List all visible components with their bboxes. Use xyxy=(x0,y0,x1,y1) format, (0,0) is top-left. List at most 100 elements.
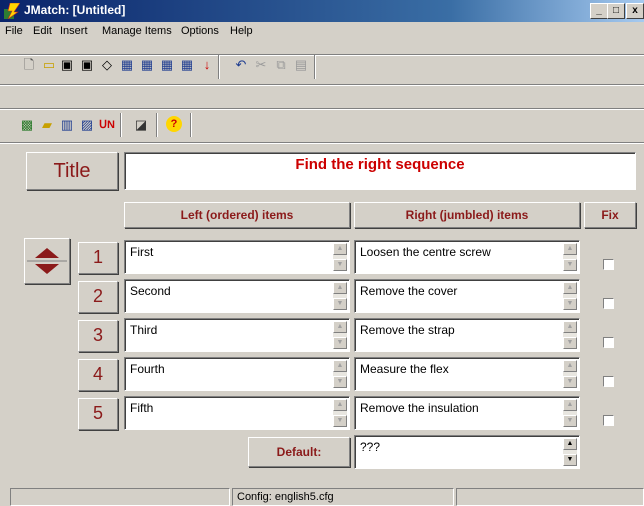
scrollbar[interactable]: ▲ ▼ xyxy=(333,399,347,427)
right-item-4[interactable]: Measure the flex ▲ ▼ xyxy=(354,357,580,391)
scroll-down-icon[interactable]: ▼ xyxy=(333,298,347,310)
maximize-button[interactable]: □ xyxy=(607,3,625,19)
scroll-up-icon[interactable]: ▲ xyxy=(333,360,347,372)
menu-options[interactable]: Options xyxy=(181,25,219,37)
toolbar-divider xyxy=(0,108,644,110)
object-insert-icon[interactable]: ▨ xyxy=(78,116,96,134)
menu-edit[interactable]: Edit xyxy=(33,25,52,37)
scroll-down-icon[interactable]: ▼ xyxy=(563,259,577,271)
row-number-5[interactable]: 5 xyxy=(78,398,118,430)
scrollbar[interactable]: ▲ ▼ xyxy=(333,282,347,310)
scroll-up-icon[interactable]: ▲ xyxy=(333,282,347,294)
menu-insert[interactable]: Insert xyxy=(60,25,88,37)
scroll-down-icon[interactable]: ▼ xyxy=(333,415,347,427)
scroll-down-icon[interactable]: ▼ xyxy=(333,259,347,271)
window-title: JMatch: [Untitled] xyxy=(24,3,126,17)
row-number-4[interactable]: 4 xyxy=(78,359,118,391)
copy-icon[interactable]: ⧉ xyxy=(272,56,290,74)
drag-drop-page-icon[interactable]: ▦ xyxy=(158,56,176,74)
row-number-2[interactable]: 2 xyxy=(78,281,118,313)
scrollbar[interactable]: ▲ ▼ xyxy=(563,438,577,466)
fix-checkbox-5[interactable] xyxy=(603,415,614,426)
paste-icon[interactable]: ▤ xyxy=(292,56,310,74)
upload-arrow-icon[interactable]: ↓ xyxy=(198,56,216,74)
fix-checkbox-3[interactable] xyxy=(603,337,614,348)
scroll-down-icon[interactable]: ▼ xyxy=(563,376,577,388)
left-item-1[interactable]: First ▲ ▼ xyxy=(124,240,350,274)
left-item-5[interactable]: Fifth ▲ ▼ xyxy=(124,396,350,430)
config-icon[interactable]: ◪ xyxy=(132,116,150,134)
move-item-buttons[interactable] xyxy=(24,238,70,284)
right-item-text: Remove the cover xyxy=(360,284,458,298)
scrollbar[interactable]: ▲ ▼ xyxy=(563,399,577,427)
undo-icon[interactable]: ↶ xyxy=(232,56,250,74)
title-field[interactable]: Find the right sequence xyxy=(124,152,636,190)
scrollbar[interactable]: ▲ ▼ xyxy=(563,321,577,349)
scrollbar[interactable]: ▲ ▼ xyxy=(333,360,347,388)
save-icon[interactable]: ▣ xyxy=(58,56,76,74)
toolbar-separator xyxy=(120,113,122,137)
right-item-5[interactable]: Remove the insulation ▲ ▼ xyxy=(354,396,580,430)
scroll-down-icon[interactable]: ▼ xyxy=(333,337,347,349)
cut-icon[interactable]: ✂ xyxy=(252,56,270,74)
flashcard-page-icon[interactable]: ▦ xyxy=(178,56,196,74)
scroll-up-icon[interactable]: ▲ xyxy=(333,321,347,333)
scroll-up-icon[interactable]: ▲ xyxy=(563,399,577,411)
left-item-3[interactable]: Third ▲ ▼ xyxy=(124,318,350,352)
menu-file[interactable]: File xyxy=(5,25,23,37)
scroll-up-icon[interactable]: ▲ xyxy=(563,243,577,255)
scroll-down-icon[interactable]: ▼ xyxy=(563,415,577,427)
table-insert-icon[interactable]: ▥ xyxy=(58,116,76,134)
menu-bar: File Edit Insert Manage Items Options He… xyxy=(0,22,644,40)
minimize-button[interactable]: _ xyxy=(590,3,608,19)
fix-checkbox-2[interactable] xyxy=(603,298,614,309)
scrollbar[interactable]: ▲ ▼ xyxy=(563,282,577,310)
left-item-text: Fourth xyxy=(130,362,165,376)
image-insert-icon[interactable]: ▩ xyxy=(18,116,36,134)
right-item-3[interactable]: Remove the strap ▲ ▼ xyxy=(354,318,580,352)
scroll-up-icon[interactable]: ▲ xyxy=(333,399,347,411)
scroll-down-icon[interactable]: ▼ xyxy=(563,337,577,349)
toolbar-divider xyxy=(0,142,644,144)
scroll-up-icon[interactable]: ▲ xyxy=(563,321,577,333)
folder-link-icon[interactable]: ▰ xyxy=(38,116,56,134)
close-button[interactable]: x xyxy=(626,3,644,19)
open-folder-icon[interactable]: ▭ xyxy=(40,56,58,74)
save-as-icon[interactable]: ▣ xyxy=(78,56,96,74)
clear-icon[interactable]: ◇ xyxy=(98,56,116,74)
status-config: Config: english5.cfg xyxy=(232,488,454,506)
right-item-text: Remove the strap xyxy=(360,323,455,337)
left-item-2[interactable]: Second ▲ ▼ xyxy=(124,279,350,313)
scroll-down-icon[interactable]: ▼ xyxy=(333,376,347,388)
scrollbar[interactable]: ▲ ▼ xyxy=(563,243,577,271)
scroll-up-icon[interactable]: ▲ xyxy=(563,360,577,372)
left-item-4[interactable]: Fourth ▲ ▼ xyxy=(124,357,350,391)
left-item-text: Fifth xyxy=(130,401,154,415)
web-page-v6-icon[interactable]: ▦ xyxy=(138,56,156,74)
scroll-up-icon[interactable]: ▲ xyxy=(333,243,347,255)
fix-checkbox-4[interactable] xyxy=(603,376,614,387)
scroll-up-icon[interactable]: ▲ xyxy=(563,438,577,450)
right-item-2[interactable]: Remove the cover ▲ ▼ xyxy=(354,279,580,313)
menu-help[interactable]: Help xyxy=(230,25,253,37)
new-file-icon[interactable]: 🗋 xyxy=(20,56,38,74)
row-number-3[interactable]: 3 xyxy=(78,320,118,352)
toolbar-separator xyxy=(314,55,316,79)
row-number-1[interactable]: 1 xyxy=(78,242,118,274)
right-item-text: Remove the insulation xyxy=(360,401,479,415)
unicode-icon[interactable]: ᑌN xyxy=(98,116,116,134)
scrollbar[interactable]: ▲ ▼ xyxy=(333,243,347,271)
right-item-text: Measure the flex xyxy=(360,362,449,376)
scroll-down-icon[interactable]: ▼ xyxy=(563,454,577,466)
help-icon[interactable]: ? xyxy=(166,116,182,132)
scroll-up-icon[interactable]: ▲ xyxy=(563,282,577,294)
left-item-text: Third xyxy=(130,323,158,337)
right-item-1[interactable]: Loosen the centre screw ▲ ▼ xyxy=(354,240,580,274)
scroll-down-icon[interactable]: ▼ xyxy=(563,298,577,310)
scrollbar[interactable]: ▲ ▼ xyxy=(333,321,347,349)
scrollbar[interactable]: ▲ ▼ xyxy=(563,360,577,388)
menu-manage-items[interactable]: Manage Items xyxy=(102,25,172,37)
default-distractor-field[interactable]: ??? ▲ ▼ xyxy=(354,435,580,469)
fix-checkbox-1[interactable] xyxy=(603,259,614,270)
web-page-icon[interactable]: ▦ xyxy=(118,56,136,74)
